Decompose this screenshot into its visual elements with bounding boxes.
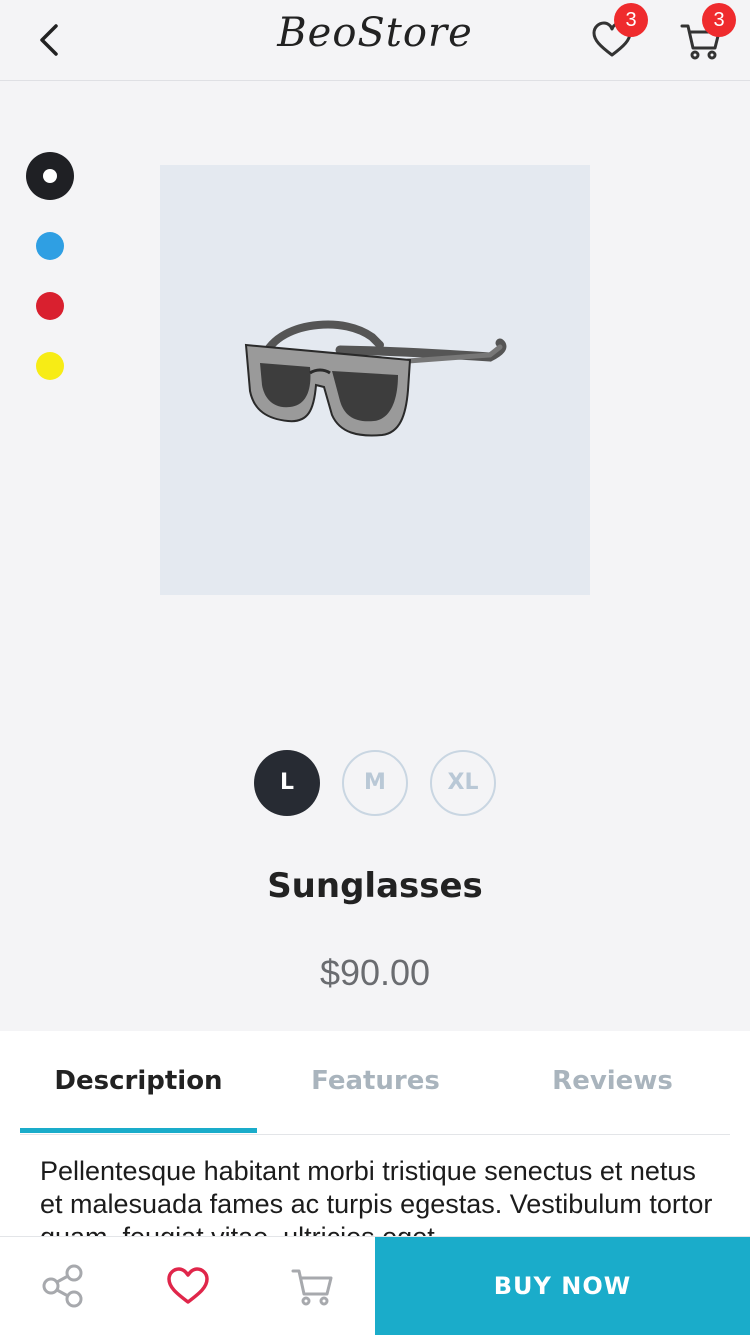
cart-count-badge: 3 xyxy=(702,3,736,37)
product-price: $90.00 xyxy=(319,952,431,993)
share-icon xyxy=(42,1264,83,1308)
active-tab-indicator xyxy=(20,1128,257,1133)
share-button[interactable] xyxy=(40,1263,86,1309)
product-image xyxy=(160,165,590,595)
product-title: Sunglasses xyxy=(267,866,483,906)
bottom-action-bar: BUY NOW xyxy=(0,1236,750,1335)
back-button[interactable] xyxy=(28,18,72,62)
buy-now-button[interactable]: BUY NOW xyxy=(375,1237,750,1335)
heart-icon xyxy=(167,1267,209,1304)
size-option-m[interactable]: M xyxy=(342,750,408,816)
color-swatch-black[interactable] xyxy=(26,152,74,200)
tab-reviews[interactable]: Reviews xyxy=(494,1031,731,1131)
wishlist-count-badge: 3 xyxy=(614,3,648,37)
brand-logo[interactable]: BeoStore xyxy=(225,10,525,56)
chevron-left-icon xyxy=(40,24,58,56)
color-swatch-red[interactable] xyxy=(36,292,64,320)
color-swatch-blue[interactable] xyxy=(36,232,64,260)
cart-icon xyxy=(291,1269,333,1306)
size-option-l[interactable]: L xyxy=(254,750,320,816)
app-header: BeoStore 3 3 xyxy=(0,0,750,81)
details-tabs: Description Features Reviews xyxy=(20,1031,730,1135)
add-to-cart-button[interactable] xyxy=(290,1263,336,1309)
color-swatch-yellow[interactable] xyxy=(36,352,64,380)
tab-features[interactable]: Features xyxy=(257,1031,494,1131)
sunglasses-icon xyxy=(244,320,507,437)
tab-description[interactable]: Description xyxy=(20,1031,257,1131)
add-to-wishlist-button[interactable] xyxy=(165,1263,211,1309)
size-option-xl[interactable]: XL xyxy=(430,750,496,816)
